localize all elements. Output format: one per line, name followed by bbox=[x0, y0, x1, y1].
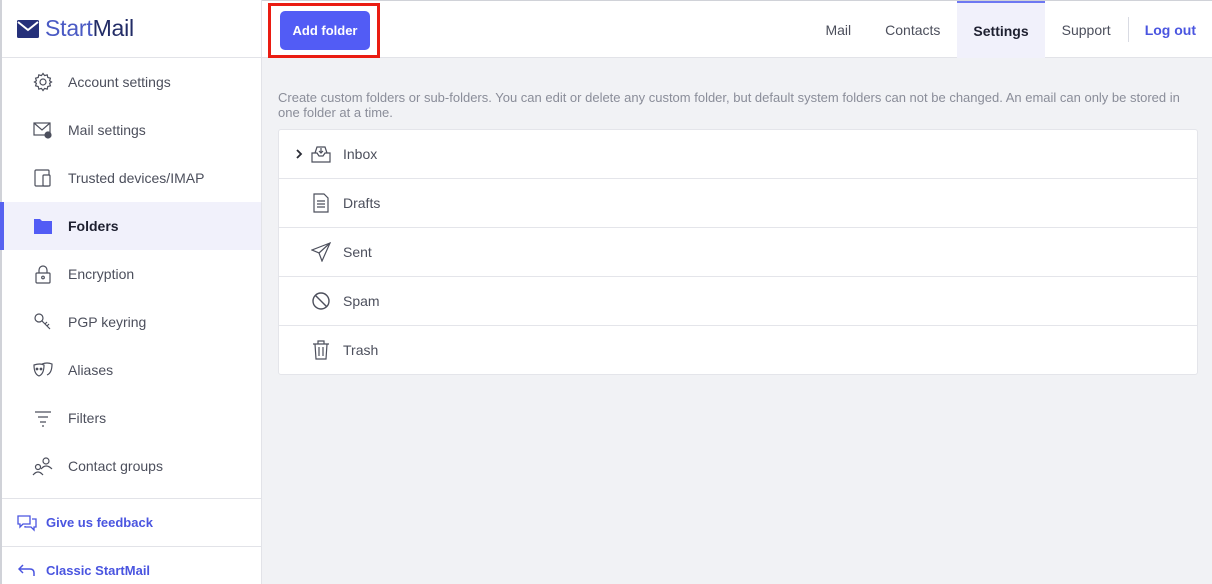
feedback-link-label: Give us feedback bbox=[46, 515, 153, 530]
folder-label: Inbox bbox=[343, 146, 378, 162]
tab-settings[interactable]: Settings bbox=[957, 1, 1045, 58]
folder-row-inbox[interactable]: Inbox bbox=[279, 130, 1197, 179]
lock-icon bbox=[32, 263, 54, 285]
sidebar-item-label: Encryption bbox=[68, 266, 135, 282]
sidebar-item-folders[interactable]: Folders bbox=[0, 202, 261, 250]
sidebar-item-aliases[interactable]: Aliases bbox=[2, 346, 261, 394]
settings-nav: Account settings Mail settings Trusted d… bbox=[0, 58, 261, 490]
sidebar-item-label: Contact groups bbox=[68, 458, 163, 474]
folder-row-trash[interactable]: Trash bbox=[279, 326, 1197, 374]
sidebar-item-label: Trusted devices/IMAP bbox=[68, 170, 205, 186]
startmail-logo[interactable]: StartMail bbox=[2, 0, 261, 58]
tab-support[interactable]: Support bbox=[1045, 1, 1128, 58]
sidebar-footer: Give us feedback Classic StartMail bbox=[2, 498, 261, 584]
sidebar-item-label: Account settings bbox=[68, 74, 171, 90]
sidebar-item-label: Filters bbox=[68, 410, 107, 426]
mail-settings-icon bbox=[32, 119, 54, 141]
sidebar-item-contact-groups[interactable]: Contact groups bbox=[2, 442, 261, 490]
sidebar-item-label: Aliases bbox=[68, 362, 114, 378]
sidebar-item-label: Mail settings bbox=[68, 122, 146, 138]
inbox-icon bbox=[309, 142, 333, 166]
logo-text-mail: Mail bbox=[92, 15, 135, 41]
sidebar-item-pgp-keyring[interactable]: PGP keyring bbox=[2, 298, 261, 346]
envelope-logo-icon bbox=[17, 19, 39, 38]
tab-mail[interactable]: Mail bbox=[808, 1, 868, 58]
drafts-icon bbox=[309, 191, 333, 215]
folder-row-drafts[interactable]: Drafts bbox=[279, 179, 1197, 228]
filter-icon bbox=[32, 407, 54, 429]
sidebar-item-account-settings[interactable]: Account settings bbox=[2, 58, 261, 106]
folder-label: Trash bbox=[343, 342, 379, 358]
sidebar-item-mail-settings[interactable]: Mail settings bbox=[2, 106, 261, 154]
sidebar-item-trusted-devices[interactable]: Trusted devices/IMAP bbox=[2, 154, 261, 202]
tab-contacts[interactable]: Contacts bbox=[868, 1, 957, 58]
sidebar-item-filters[interactable]: Filters bbox=[2, 394, 261, 442]
spam-icon bbox=[309, 289, 333, 313]
masks-icon bbox=[32, 359, 54, 381]
classic-startmail-link[interactable]: Classic StartMail bbox=[2, 546, 261, 584]
folder-icon bbox=[32, 215, 54, 237]
send-icon bbox=[309, 240, 333, 264]
feedback-link[interactable]: Give us feedback bbox=[2, 498, 261, 546]
sidebar: StartMail Account settings Mail settings… bbox=[0, 0, 262, 584]
top-nav-tabs: Mail Contacts Settings Support Log out bbox=[808, 1, 1212, 58]
folder-row-spam[interactable]: Spam bbox=[279, 277, 1197, 326]
trash-icon bbox=[309, 338, 333, 362]
folders-description: Create custom folders or sub-folders. Yo… bbox=[278, 90, 1180, 120]
folder-label: Spam bbox=[343, 293, 380, 309]
logo-text-start: Start bbox=[45, 15, 93, 41]
undo-arrow-icon bbox=[16, 560, 38, 582]
logout-link[interactable]: Log out bbox=[1127, 17, 1212, 42]
add-folder-button[interactable]: Add folder bbox=[280, 11, 370, 50]
folder-label: Sent bbox=[343, 244, 372, 260]
contact-groups-icon bbox=[32, 455, 54, 477]
key-icon bbox=[32, 311, 54, 333]
folder-label: Drafts bbox=[343, 195, 381, 211]
chevron-right-icon[interactable] bbox=[279, 149, 309, 159]
folder-list: Inbox Drafts Sent Spam Trash bbox=[278, 129, 1198, 375]
chat-bubbles-icon bbox=[16, 512, 38, 534]
devices-icon bbox=[32, 167, 54, 189]
top-bar: Add folder Mail Contacts Settings Suppor… bbox=[262, 0, 1212, 58]
classic-startmail-label: Classic StartMail bbox=[46, 563, 151, 578]
gear-icon bbox=[32, 71, 54, 93]
sidebar-item-label: Folders bbox=[68, 218, 119, 234]
sidebar-item-encryption[interactable]: Encryption bbox=[2, 250, 261, 298]
sidebar-item-label: PGP keyring bbox=[68, 314, 147, 330]
folder-row-sent[interactable]: Sent bbox=[279, 228, 1197, 277]
